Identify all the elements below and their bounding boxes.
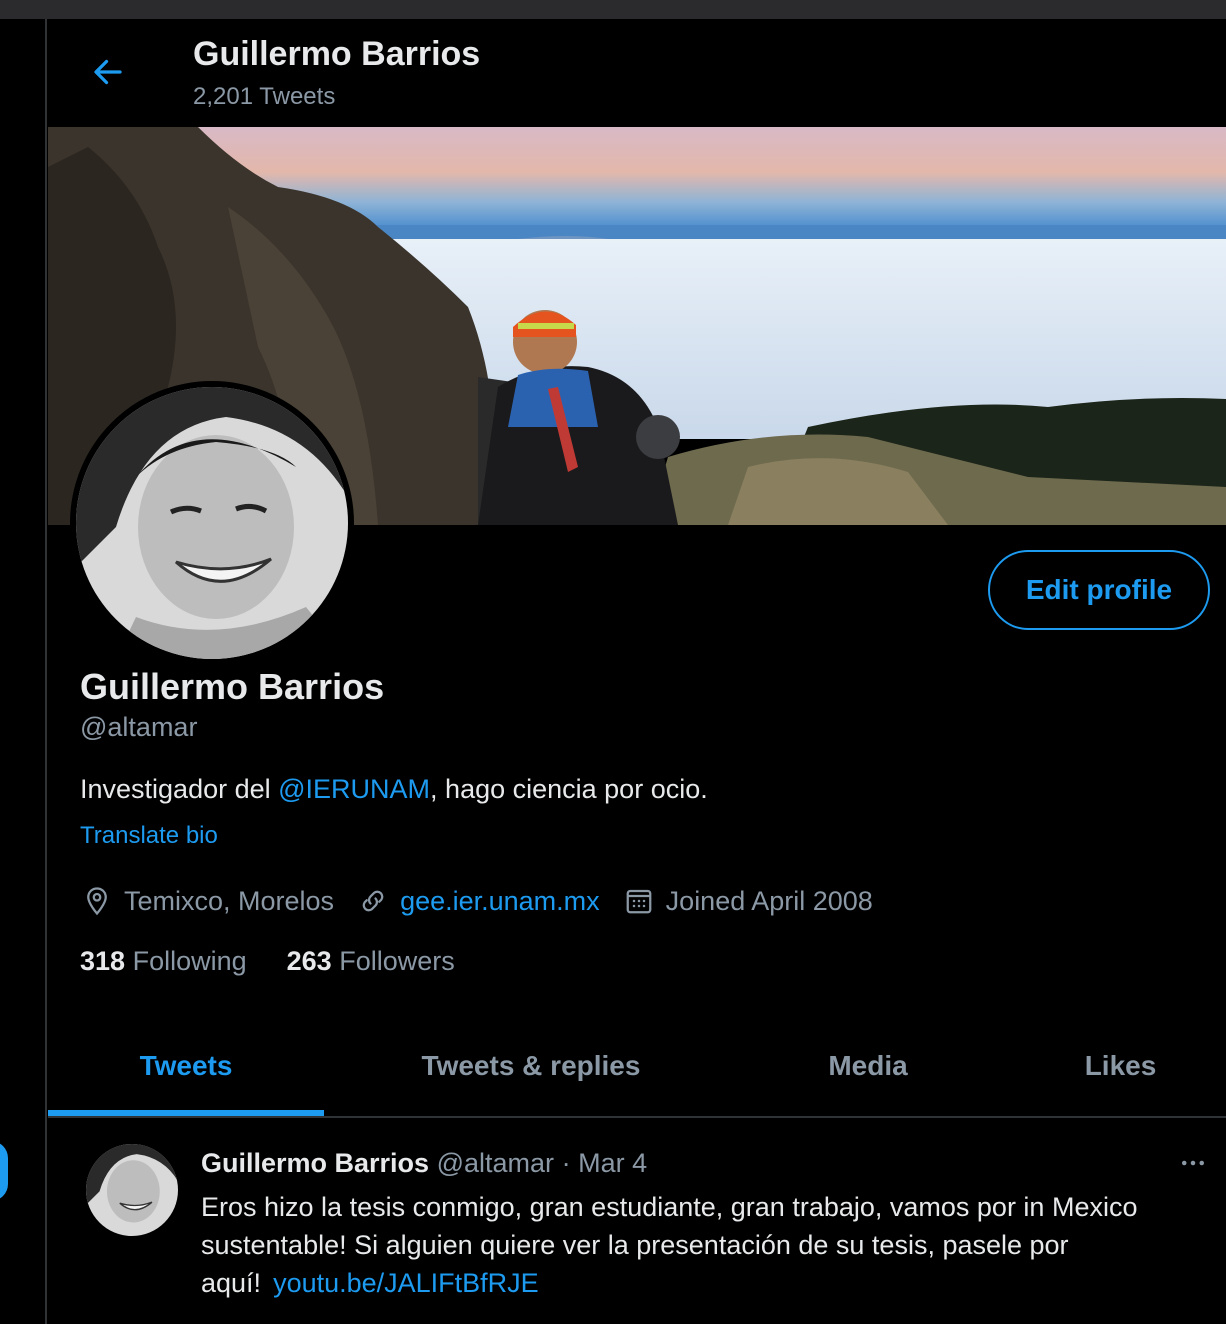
tweet-more-button[interactable] [1176,1146,1210,1180]
tweet-header: Guillermo Barrios @altamar · Mar 4 [201,1148,647,1179]
tab-tweets[interactable]: Tweets [48,1014,324,1118]
profile-meta: Temixco, Morelos gee.ier.unam.mx Joined … [80,884,895,918]
bio-mention-link[interactable]: @IERUNAM [278,774,430,804]
profile-bio: Investigador del @IERUNAM, hago ciencia … [80,774,708,805]
tweet-link[interactable]: youtu.be/JALIFtBfRJE [273,1268,539,1298]
tweet-author-handle[interactable]: @altamar [437,1148,554,1178]
following-label: Following [132,946,247,976]
profile-joined: Joined April 2008 [622,884,873,918]
tweet-date[interactable]: Mar 4 [578,1148,647,1178]
profile-name: Guillermo Barrios [80,666,385,707]
profile-location: Temixco, Morelos [80,884,334,918]
active-tab-indicator [48,1110,324,1116]
following-link[interactable]: 318 Following [80,946,247,977]
tweet-separator: · [561,1148,571,1178]
followers-count: 263 [286,946,332,976]
tab-media[interactable]: Media [738,1014,998,1118]
tweet-author-name[interactable]: Guillermo Barrios [201,1148,429,1178]
profile-website: gee.ier.unam.mx [356,884,600,918]
location-pin-icon [80,884,114,918]
joined-text: Joined April 2008 [665,885,873,916]
followers-label: Followers [339,946,455,976]
bio-text-suffix: , hago ciencia por ocio. [430,774,708,804]
tab-tweets-replies[interactable]: Tweets & replies [324,1014,738,1118]
link-icon [356,884,390,918]
left-navigation-rail [0,19,47,1324]
tweet-item[interactable]: Guillermo Barrios @altamar · Mar 4 Eros … [48,1120,1226,1324]
profile-tabs: Tweets Tweets & replies Media Likes [48,1014,1226,1118]
bio-text-prefix: Investigador del [80,774,279,804]
profile-column: Guillermo Barrios 2,201 Tweets Edit prof… [48,19,1226,1324]
profile-avatar[interactable] [70,381,354,665]
following-count: 318 [80,946,126,976]
profile-header: Guillermo Barrios 2,201 Tweets [48,19,1226,127]
compose-button-edge[interactable] [0,1141,8,1201]
arrow-left-icon [94,59,122,85]
edit-profile-button[interactable]: Edit profile [988,550,1210,630]
window-top-bar [0,0,1226,19]
avatar-photo [76,387,348,659]
more-horizontal-icon [1182,1160,1204,1166]
calendar-icon [622,884,656,918]
header-tweet-count: 2,201 Tweets [193,83,336,110]
profile-handle: @altamar [80,712,198,742]
followers-link[interactable]: 263 Followers [287,946,455,977]
back-button[interactable] [88,52,128,92]
follow-stats: 318 Following 263 Followers [80,946,495,977]
translate-bio-link[interactable]: Translate bio [80,822,218,850]
header-title: Guillermo Barrios [193,35,481,73]
website-link[interactable]: gee.ier.unam.mx [400,886,600,917]
tweet-text: Eros hizo la tesis conmigo, gran estudia… [201,1188,1201,1302]
tweet-avatar[interactable] [86,1144,178,1236]
tab-likes[interactable]: Likes [998,1014,1226,1118]
location-text: Temixco, Morelos [124,885,335,916]
